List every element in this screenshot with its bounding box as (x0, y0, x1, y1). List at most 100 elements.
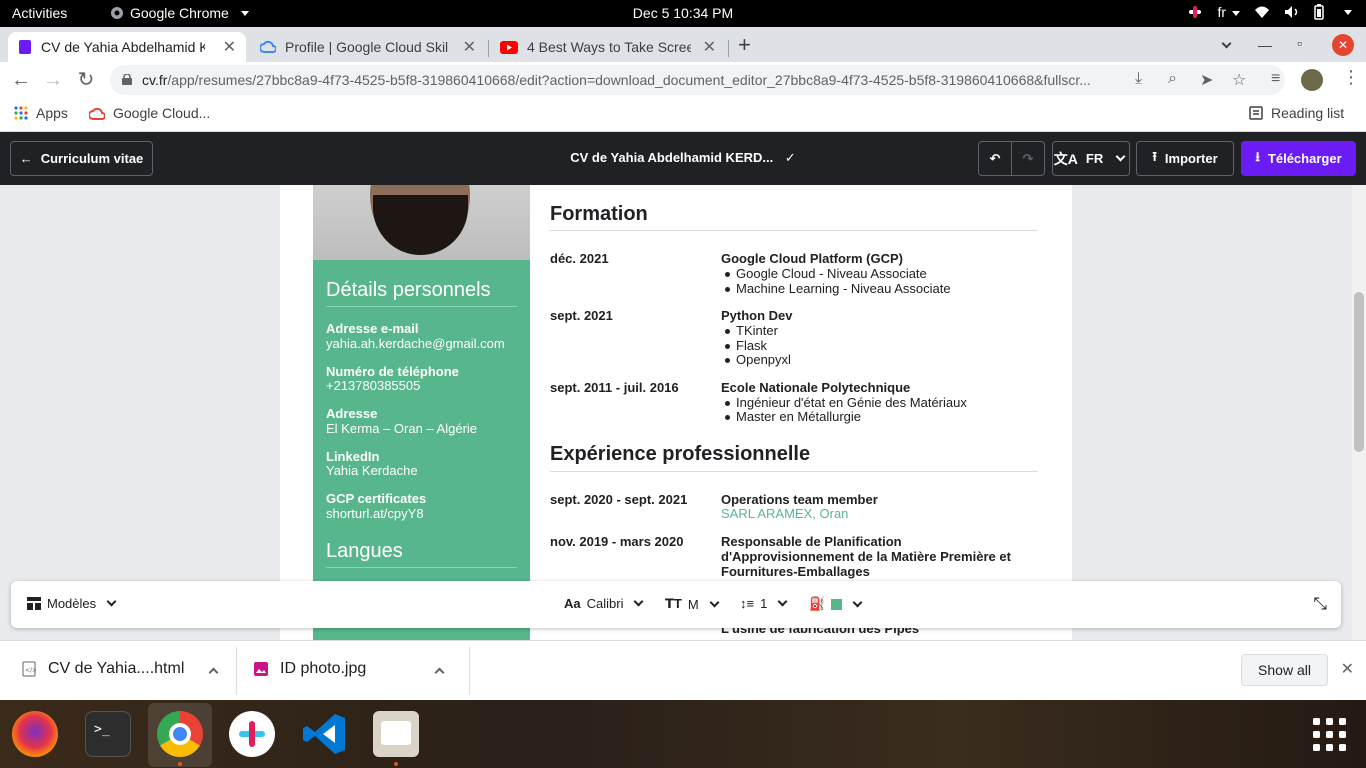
formation-heading[interactable]: Formation (550, 203, 648, 226)
languages-heading[interactable]: Langues (326, 540, 403, 563)
font-size-select[interactable]: ꓔT M (665, 596, 722, 612)
entry-title[interactable]: Python Dev (721, 308, 1031, 323)
entry-date[interactable]: sept. 2011 - juil. 2016 (550, 380, 679, 395)
entry-title[interactable]: Google Cloud Platform (GCP) (721, 251, 1031, 266)
files-icon[interactable] (373, 711, 419, 757)
clock[interactable]: Dec 5 10:34 PM (0, 5, 1366, 21)
language-value: FR (1085, 151, 1104, 166)
close-downloads-icon[interactable]: ✕ (1341, 659, 1354, 679)
field-label[interactable]: Numéro de téléphone (326, 364, 459, 379)
new-tab-icon[interactable]: + (738, 32, 751, 58)
reading-list-icon (1249, 106, 1263, 120)
undo-button[interactable]: ↶ (978, 141, 1012, 176)
entry-title[interactable]: Ecole Nationale Polytechnique (721, 380, 1031, 395)
forward-icon[interactable]: → (40, 68, 66, 92)
reload-icon[interactable]: ↻ (73, 68, 99, 92)
font-select[interactable]: Aa Calibri (564, 596, 646, 611)
chrome-menu-icon[interactable]: ⋮ (1342, 67, 1360, 88)
terminal-icon[interactable]: >_ (85, 711, 131, 757)
field-value[interactable]: El Kerma – Oran – Algérie (326, 421, 477, 436)
field-label[interactable]: Adresse e-mail (326, 321, 419, 336)
system-tray[interactable]: fr (1187, 4, 1352, 20)
vscode-icon[interactable] (301, 711, 347, 757)
download-icon: ⭳ (1255, 148, 1260, 164)
redo-button[interactable]: ↷ (1011, 141, 1045, 176)
redo-icon: ↷ (1022, 150, 1034, 166)
close-tab-icon[interactable]: ✕ (463, 37, 476, 57)
entry-employer[interactable]: SARL ARAMEX, Oran (721, 506, 848, 521)
firefox-icon[interactable] (12, 711, 58, 757)
download-item[interactable]: ID photo.jpg (254, 660, 445, 678)
field-value[interactable]: yahia.ah.kerdache@gmail.com (326, 336, 505, 351)
scrollbar-thumb[interactable] (1354, 292, 1364, 452)
experience-heading[interactable]: Expérience professionnelle (550, 443, 810, 466)
bookmark-star-icon[interactable]: ☆ (1232, 70, 1246, 90)
back-icon[interactable]: ← (8, 68, 34, 92)
field-value[interactable]: shorturl.at/cpyY8 (326, 506, 424, 521)
tab-google-cloud-profile[interactable]: Profile | Google Cloud Skil ✕ (250, 32, 486, 62)
address-bar[interactable]: cv.fr/app/resumes/27bbc8a9-4f73-4525-b5f… (110, 65, 1285, 95)
chevron-up-icon[interactable] (434, 667, 445, 677)
chevron-down-icon (709, 597, 720, 607)
profile-avatar[interactable] (1301, 69, 1323, 91)
chevron-up-icon[interactable] (208, 667, 219, 677)
install-app-icon[interactable]: ⤓ (1135, 70, 1142, 88)
import-button[interactable]: ⭱ Importer (1136, 141, 1234, 176)
media-control-icon[interactable]: ≡ (1271, 70, 1280, 88)
field-value[interactable]: Yahia Kerdache (326, 463, 418, 478)
canvas-scrollbar[interactable] (1352, 185, 1366, 640)
tab-youtube[interactable]: 4 Best Ways to Take Scree ✕ (490, 32, 726, 62)
input-language[interactable]: fr (1217, 4, 1240, 20)
entry-title[interactable]: Operations team member (721, 492, 1031, 507)
exit-fullscreen-icon[interactable]: ⤡ (1313, 594, 1327, 614)
show-applications-icon[interactable] (1313, 718, 1347, 752)
entry-title[interactable]: Responsable de Planification d'Approvisi… (721, 534, 1031, 579)
field-label[interactable]: LinkedIn (326, 449, 379, 464)
field-label[interactable]: GCP certificates (326, 491, 426, 506)
entry-date[interactable]: nov. 2019 - mars 2020 (550, 534, 683, 549)
download-item[interactable]: </> CV de Yahia....html (22, 660, 219, 678)
beard-shape (373, 195, 468, 255)
chevron-down-icon (1115, 151, 1126, 162)
download-button[interactable]: ⭳ Télécharger (1241, 141, 1356, 176)
reading-list-label: Reading list (1271, 105, 1345, 121)
text-size-icon: ꓔT (665, 596, 682, 611)
show-all-button[interactable]: Show all (1241, 654, 1328, 686)
minimize-icon[interactable]: — (1258, 37, 1272, 53)
entry-bullet[interactable]: Machine Learning - Niveau Associate (725, 281, 951, 296)
entry-date[interactable]: déc. 2021 (550, 251, 609, 266)
entry-bullet[interactable]: TKinter (725, 323, 778, 338)
divider (326, 306, 517, 307)
field-value[interactable]: +213780385505 (326, 378, 420, 393)
image-file-icon (254, 662, 268, 676)
entry-date[interactable]: sept. 2020 - sept. 2021 (550, 492, 687, 507)
profile-photo[interactable] (313, 185, 530, 260)
field-label[interactable]: Adresse (326, 406, 377, 421)
google-cloud-favicon-icon (260, 40, 276, 53)
templates-button[interactable]: Modèles (27, 596, 119, 611)
close-tab-icon[interactable]: ✕ (703, 37, 716, 57)
entry-bullet[interactable]: Ingénieur d'état en Génie des Matériaux (725, 395, 967, 410)
entry-bullet[interactable]: Master en Métallurgie (725, 409, 861, 424)
reading-list[interactable]: Reading list (1249, 105, 1344, 121)
zoom-icon[interactable]: ⌕ (1168, 70, 1177, 88)
maximize-icon[interactable]: ▫ (1297, 35, 1302, 51)
tab-search-icon[interactable] (1217, 38, 1234, 56)
entry-bullet[interactable]: Flask (724, 338, 767, 353)
personal-details-heading[interactable]: Détails personnels (326, 279, 491, 302)
close-tab-icon[interactable]: ✕ (223, 37, 236, 57)
entry-bullet[interactable]: Openpyxl (725, 352, 791, 367)
chevron-down-icon (852, 597, 863, 607)
entry-date[interactable]: sept. 2021 (550, 308, 613, 323)
close-window-icon[interactable]: ✕ (1332, 34, 1354, 56)
language-select[interactable]: 文A FR (1052, 141, 1130, 176)
line-spacing-select[interactable]: ↕≡ 1 (740, 596, 790, 611)
bookmark-google-cloud[interactable]: Google Cloud... (89, 105, 210, 121)
color-select[interactable]: ⛽ (809, 596, 865, 612)
bookmark-apps[interactable]: Apps (14, 105, 68, 121)
send-icon[interactable]: ➤ (1200, 70, 1213, 90)
tab-cv[interactable]: CV de Yahia Abdelhamid K ✕ (8, 32, 246, 62)
slack-icon[interactable] (229, 711, 275, 757)
chrome-dock-icon[interactable] (157, 711, 203, 757)
entry-bullet[interactable]: Google Cloud - Niveau Associate (725, 266, 927, 281)
